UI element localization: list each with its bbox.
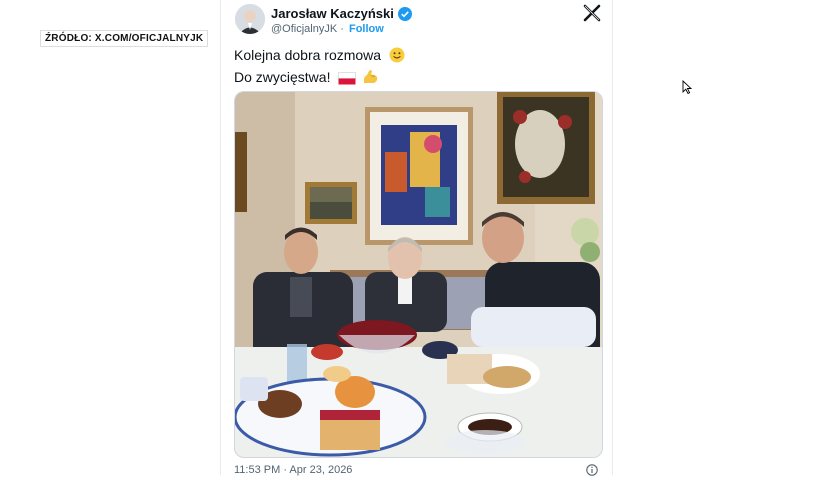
author-handle[interactable]: @OficjalnyJK: [271, 23, 337, 35]
mouse-cursor-icon: [682, 79, 693, 95]
follow-button[interactable]: Follow: [349, 23, 384, 35]
verified-badge-icon: [397, 6, 412, 21]
info-icon[interactable]: [586, 463, 598, 476]
x-logo-icon[interactable]: [583, 4, 601, 22]
avatar[interactable]: [235, 4, 265, 34]
source-label: ŹRÓDŁO: X.COM/OFICJALNYJK: [40, 30, 209, 47]
flexed-biceps-emoji: [362, 69, 379, 90]
tweet-card: Jarosław Kaczyński @OficjalnyJK · Follow…: [220, 0, 613, 476]
tweet-photo[interactable]: [234, 91, 603, 458]
poland-flag-emoji: [338, 71, 357, 90]
handle-separator: ·: [340, 23, 344, 35]
tweet-text: Kolejna dobra rozmowa Do zwycięstwa!: [234, 46, 405, 90]
smiling-face-emoji: [389, 47, 405, 68]
author-name[interactable]: Jarosław Kaczyński: [271, 6, 394, 21]
tweet-line-1: Kolejna dobra rozmowa: [234, 47, 382, 63]
tweet-timestamp[interactable]: 11:53 PM · Apr 23, 2026: [234, 464, 352, 476]
tweet-line-2: Do zwycięstwa!: [234, 69, 331, 85]
